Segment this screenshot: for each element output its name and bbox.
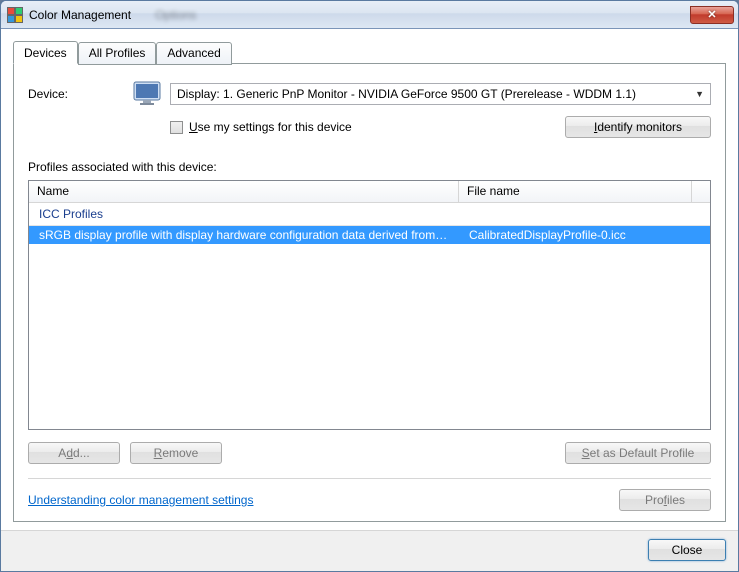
set-default-button-label: Set as Default Profile <box>582 446 695 460</box>
chevron-down-icon: ▼ <box>695 89 704 99</box>
ghost-title: Options <box>155 8 196 22</box>
add-button-label: Add... <box>58 446 89 460</box>
tab-strip: Devices All Profiles Advanced <box>13 41 726 64</box>
profile-buttons-row: Add... Remove Set as Default Profile <box>28 442 711 464</box>
device-dropdown-value: Display: 1. Generic PnP Monitor - NVIDIA… <box>177 87 636 101</box>
tab-all-profiles[interactable]: All Profiles <box>78 42 157 65</box>
use-my-settings-checkbox[interactable] <box>170 121 183 134</box>
profiles-button[interactable]: Profiles <box>619 489 711 511</box>
identify-monitors-label: Identify monitors <box>594 120 682 134</box>
close-button[interactable]: Close <box>648 539 726 561</box>
understanding-link[interactable]: Understanding color management settings <box>28 493 253 507</box>
settings-row: UUse my settings for this devicese my se… <box>28 116 711 138</box>
add-button[interactable]: Add... <box>28 442 120 464</box>
divider <box>28 478 711 479</box>
profile-row[interactable]: sRGB display profile with display hardwa… <box>29 226 710 244</box>
close-icon: ✕ <box>707 8 716 21</box>
device-row: Device: Display: 1. Generic PnP Monitor … <box>28 80 711 108</box>
profile-row-name: sRGB display profile with display hardwa… <box>29 226 459 244</box>
profiles-section-label: Profiles associated with this device: <box>28 160 711 174</box>
column-header-spacer <box>692 181 710 202</box>
profiles-button-label: Profiles <box>645 493 685 507</box>
window-close-button[interactable]: ✕ <box>690 6 734 24</box>
link-row: Understanding color management settings … <box>28 489 711 511</box>
app-icon <box>7 7 23 23</box>
tab-advanced[interactable]: Advanced <box>156 42 231 65</box>
remove-button-label: Remove <box>154 446 199 460</box>
group-icc-profiles[interactable]: ICC Profiles <box>29 203 710 226</box>
set-default-button[interactable]: Set as Default Profile <box>565 442 711 464</box>
listview-header: Name File name <box>29 181 710 203</box>
device-dropdown[interactable]: Display: 1. Generic PnP Monitor - NVIDIA… <box>170 83 711 105</box>
profile-row-file: CalibratedDisplayProfile-0.icc <box>459 226 710 244</box>
tab-devices[interactable]: Devices <box>13 41 78 64</box>
remove-button[interactable]: Remove <box>130 442 222 464</box>
tab-content-devices: Device: Display: 1. Generic PnP Monitor … <box>13 63 726 522</box>
identify-monitors-button[interactable]: Identify monitors <box>565 116 711 138</box>
column-header-file[interactable]: File name <box>459 181 692 202</box>
column-header-name[interactable]: Name <box>29 181 459 202</box>
dialog-body: Devices All Profiles Advanced Device: Di… <box>1 29 738 530</box>
device-label: Device: <box>28 87 132 101</box>
monitor-icon <box>132 80 162 108</box>
profiles-listview[interactable]: Name File name ICC Profiles sRGB display… <box>28 180 711 430</box>
color-management-window: Color Management Options ✕ Devices All P… <box>0 0 739 572</box>
window-title: Color Management <box>29 8 131 22</box>
titlebar[interactable]: Color Management Options ✕ <box>1 1 738 29</box>
dialog-footer: Close <box>1 530 738 571</box>
use-my-settings-label: UUse my settings for this devicese my se… <box>189 120 565 134</box>
listview-body: ICC Profiles sRGB display profile with d… <box>29 203 710 429</box>
